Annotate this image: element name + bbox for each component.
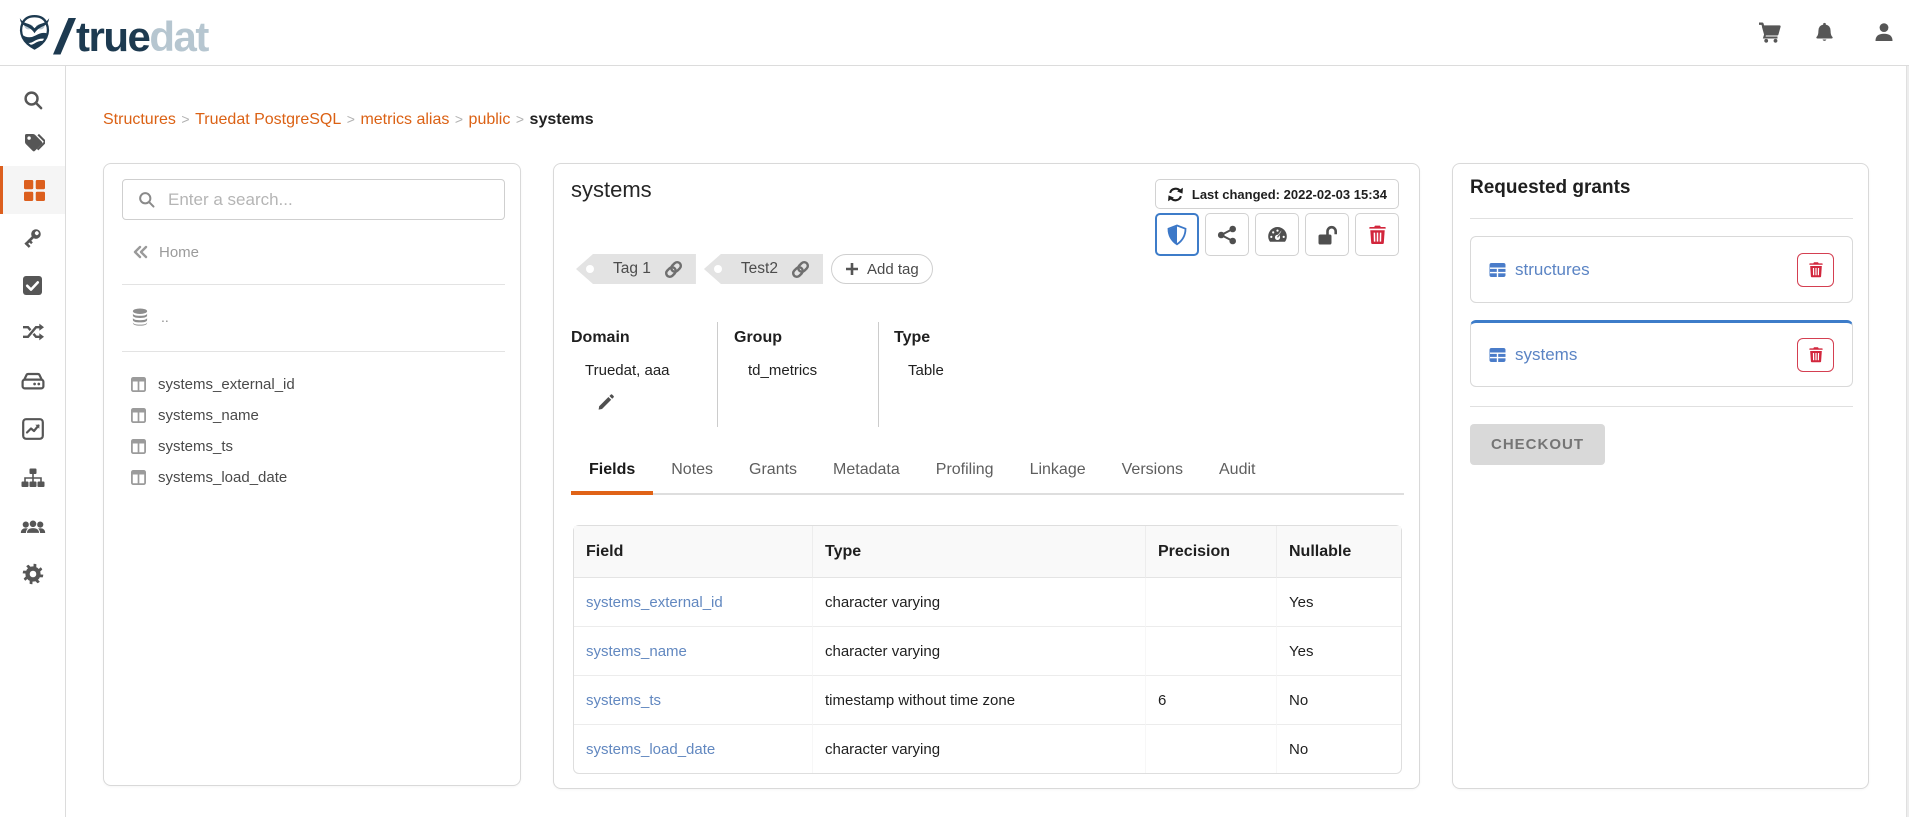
svg-text:truedat: truedat bbox=[76, 13, 209, 60]
